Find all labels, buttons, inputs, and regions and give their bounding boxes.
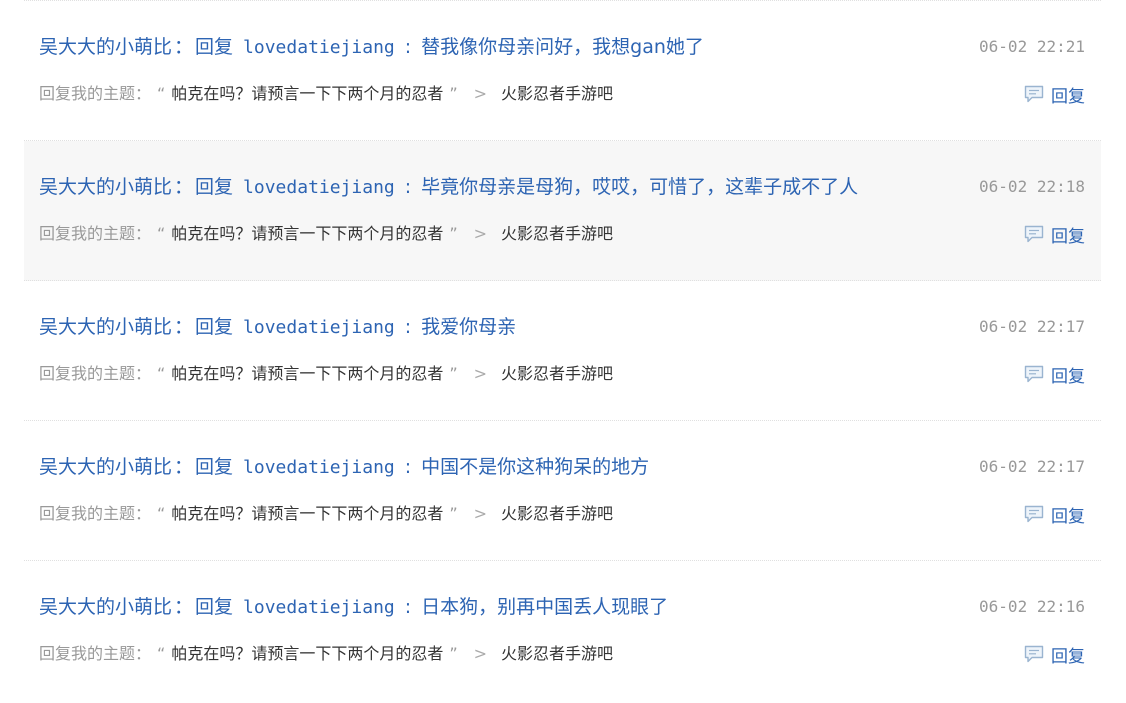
quote-close: ”: [449, 84, 458, 103]
content-colon: :: [404, 456, 412, 478]
topic-title-link[interactable]: 帕克在吗？请预言一下下两个月的忍者: [171, 224, 443, 243]
author-colon: ：: [174, 176, 194, 198]
reply-button[interactable]: 回复: [1023, 82, 1085, 107]
reply-author[interactable]: 吴大大的小萌比: [39, 596, 172, 618]
reply-word: 回复: [195, 596, 234, 618]
forum-link[interactable]: 火影忍者手游吧: [501, 504, 613, 523]
reply-line: 吴大大的小萌比：回复 lovedatiejiang: 中国不是你这种狗呆的地方: [39, 454, 649, 481]
quote-close: ”: [449, 224, 458, 243]
reply-author[interactable]: 吴大大的小萌比: [39, 456, 172, 478]
quote-open: “: [157, 364, 166, 383]
topic-line: 回复我的主题： “ 帕克在吗？请预言一下下两个月的忍者 ” > 火影忍者手游吧: [39, 502, 613, 526]
reply-line: 吴大大的小萌比：回复 lovedatiejiang: 日本狗，别再中国丢人现眼了: [39, 594, 668, 621]
author-colon: ：: [174, 316, 194, 338]
reply-word: 回复: [195, 36, 234, 58]
content-colon: :: [404, 176, 412, 198]
forum-link[interactable]: 火影忍者手游吧: [501, 644, 613, 663]
topic-prefix: 回复我的主题：: [39, 224, 152, 243]
forum-link[interactable]: 火影忍者手游吧: [501, 84, 613, 103]
topic-line: 回复我的主题： “ 帕克在吗？请预言一下下两个月的忍者 ” > 火影忍者手游吧: [39, 222, 613, 246]
reply-content[interactable]: 替我像你母亲问好，我想gan她了: [421, 36, 704, 58]
topic-prefix: 回复我的主题：: [39, 504, 152, 523]
author-colon: ：: [174, 596, 194, 618]
quote-close: ”: [449, 364, 458, 383]
comment-bubble-icon: [1024, 225, 1044, 243]
reply-button[interactable]: 回复: [1023, 642, 1085, 667]
chevron-right-icon: >: [473, 224, 488, 243]
author-colon: ：: [174, 456, 194, 478]
content-colon: :: [404, 596, 412, 618]
reply-button-label: 回复: [1051, 646, 1085, 667]
content-colon: :: [404, 316, 412, 338]
reply-button-label: 回复: [1051, 226, 1085, 247]
reply-item: 吴大大的小萌比：回复 lovedatiejiang: 中国不是你这种狗呆的地方 06…: [24, 421, 1101, 561]
chevron-right-icon: >: [473, 504, 488, 523]
quote-close: ”: [449, 644, 458, 663]
target-user-link[interactable]: lovedatiejiang: [243, 317, 395, 338]
quote-open: “: [157, 504, 166, 523]
topic-title-link[interactable]: 帕克在吗？请预言一下下两个月的忍者: [171, 644, 443, 663]
topic-line: 回复我的主题： “ 帕克在吗？请预言一下下两个月的忍者 ” > 火影忍者手游吧: [39, 82, 613, 106]
reply-word: 回复: [195, 176, 234, 198]
topic-title-link[interactable]: 帕克在吗？请预言一下下两个月的忍者: [171, 504, 443, 523]
reply-content[interactable]: 中国不是你这种狗呆的地方: [421, 456, 649, 478]
comment-bubble-icon: [1024, 85, 1044, 103]
topic-title-link[interactable]: 帕克在吗？请预言一下下两个月的忍者: [171, 84, 443, 103]
comment-bubble-icon: [1024, 645, 1044, 663]
reply-content[interactable]: 日本狗，别再中国丢人现眼了: [421, 596, 668, 618]
topic-prefix: 回复我的主题：: [39, 364, 152, 383]
target-user-link[interactable]: lovedatiejiang: [243, 177, 395, 198]
reply-button[interactable]: 回复: [1023, 362, 1085, 387]
reply-item: 吴大大的小萌比：回复 lovedatiejiang: 毕竟你母亲是母狗，哎哎，可惜了…: [24, 141, 1101, 281]
target-user-link[interactable]: lovedatiejiang: [243, 597, 395, 618]
reply-author[interactable]: 吴大大的小萌比: [39, 176, 172, 198]
quote-open: “: [157, 224, 166, 243]
reply-button-label: 回复: [1051, 366, 1085, 387]
forum-link[interactable]: 火影忍者手游吧: [501, 224, 613, 243]
reply-item: 吴大大的小萌比：回复 lovedatiejiang: 我爱你母亲 06-02 22:…: [24, 281, 1101, 421]
reply-time: 06-02 22:21: [979, 37, 1085, 56]
reply-button-label: 回复: [1051, 506, 1085, 527]
topic-title-link[interactable]: 帕克在吗？请预言一下下两个月的忍者: [171, 364, 443, 383]
reply-time: 06-02 22:17: [979, 317, 1085, 336]
topic-line: 回复我的主题： “ 帕克在吗？请预言一下下两个月的忍者 ” > 火影忍者手游吧: [39, 362, 613, 386]
target-user-link[interactable]: lovedatiejiang: [243, 457, 395, 478]
reply-time: 06-02 22:17: [979, 457, 1085, 476]
forum-link[interactable]: 火影忍者手游吧: [501, 364, 613, 383]
reply-list: 吴大大的小萌比：回复 lovedatiejiang: 替我像你母亲问好，我想gan她…: [24, 0, 1101, 701]
reply-line: 吴大大的小萌比：回复 lovedatiejiang: 我爱你母亲: [39, 314, 516, 341]
topic-prefix: 回复我的主题：: [39, 84, 152, 103]
reply-item: 吴大大的小萌比：回复 lovedatiejiang: 替我像你母亲问好，我想gan她…: [24, 1, 1101, 141]
reply-line: 吴大大的小萌比：回复 lovedatiejiang: 替我像你母亲问好，我想gan她…: [39, 34, 704, 61]
topic-line: 回复我的主题： “ 帕克在吗？请预言一下下两个月的忍者 ” > 火影忍者手游吧: [39, 642, 613, 666]
reply-button[interactable]: 回复: [1023, 222, 1085, 247]
topic-prefix: 回复我的主题：: [39, 644, 152, 663]
reply-time: 06-02 22:18: [979, 177, 1085, 196]
reply-button[interactable]: 回复: [1023, 502, 1085, 527]
target-user-link[interactable]: lovedatiejiang: [243, 37, 395, 58]
chevron-right-icon: >: [473, 364, 488, 383]
reply-word: 回复: [195, 456, 234, 478]
reply-content[interactable]: 毕竟你母亲是母狗，哎哎，可惜了，这辈子成不了人: [421, 176, 858, 198]
reply-button-label: 回复: [1051, 86, 1085, 107]
chevron-right-icon: >: [473, 84, 488, 103]
quote-close: ”: [449, 504, 458, 523]
content-colon: :: [404, 36, 412, 58]
reply-line: 吴大大的小萌比：回复 lovedatiejiang: 毕竟你母亲是母狗，哎哎，可惜了…: [39, 174, 858, 201]
reply-time: 06-02 22:16: [979, 597, 1085, 616]
reply-author[interactable]: 吴大大的小萌比: [39, 316, 172, 338]
reply-author[interactable]: 吴大大的小萌比: [39, 36, 172, 58]
reply-content[interactable]: 我爱你母亲: [421, 316, 516, 338]
reply-item: 吴大大的小萌比：回复 lovedatiejiang: 日本狗，别再中国丢人现眼了 0…: [24, 561, 1101, 701]
comment-bubble-icon: [1024, 505, 1044, 523]
quote-open: “: [157, 644, 166, 663]
chevron-right-icon: >: [473, 644, 488, 663]
comment-bubble-icon: [1024, 365, 1044, 383]
reply-word: 回复: [195, 316, 234, 338]
author-colon: ：: [174, 36, 194, 58]
quote-open: “: [157, 84, 166, 103]
